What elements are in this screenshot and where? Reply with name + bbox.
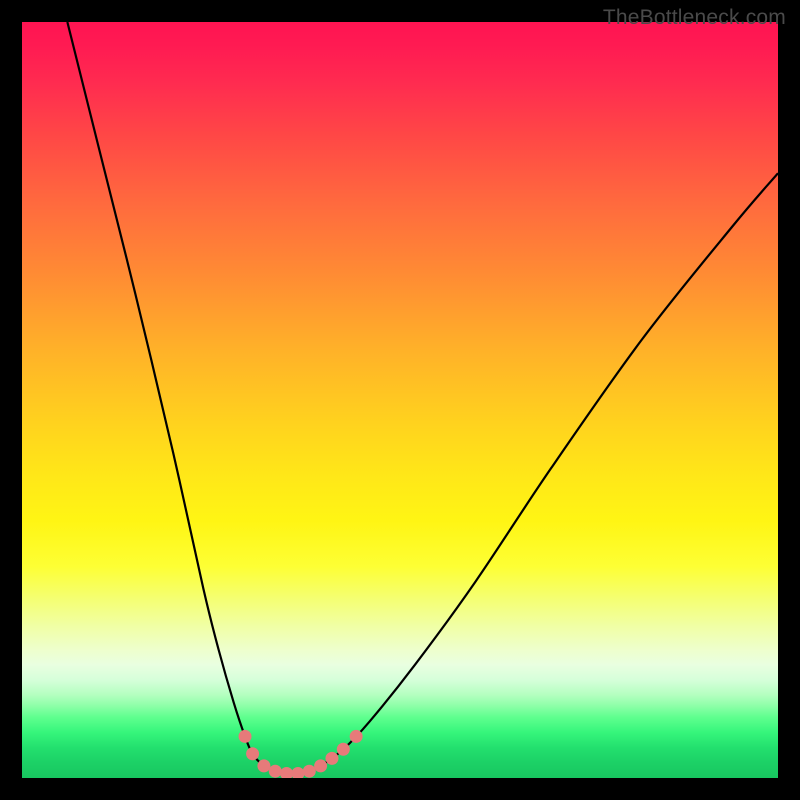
curve-marker	[269, 765, 282, 778]
curve-marker	[239, 730, 252, 743]
chart-svg	[22, 22, 778, 778]
curve-markers	[239, 730, 363, 778]
curve-marker	[291, 767, 304, 778]
curve-marker	[257, 759, 270, 772]
chart-frame: TheBottleneck.com	[0, 0, 800, 800]
watermark-label: TheBottleneck.com	[603, 6, 786, 30]
curve-marker	[303, 765, 316, 778]
bottleneck-curve	[67, 22, 778, 774]
curve-marker	[325, 752, 338, 765]
curve-marker	[350, 730, 363, 743]
curve-marker	[337, 743, 350, 756]
curve-marker	[314, 759, 327, 772]
curve-marker	[280, 767, 293, 778]
curve-marker	[246, 747, 259, 760]
